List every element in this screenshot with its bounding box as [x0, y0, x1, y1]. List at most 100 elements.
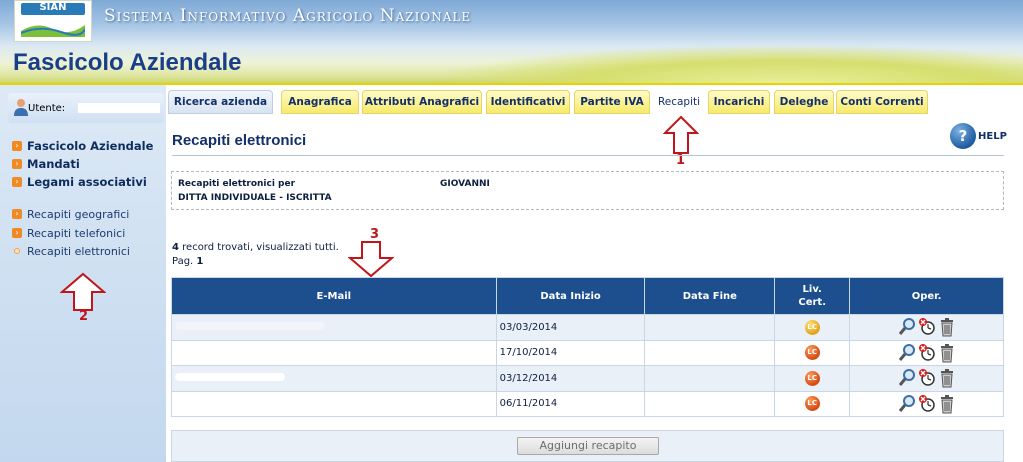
page-title: Recapiti elettronici	[172, 132, 307, 149]
logo-text: SIAN	[39, 2, 67, 13]
table-footer: Aggiungi recapito	[171, 430, 1004, 462]
tab-incarichi[interactable]: Incarichi	[708, 90, 770, 114]
data-fine-cell	[644, 390, 776, 417]
tab-conti-correnti[interactable]: Conti Correnti	[836, 90, 928, 114]
add-contact-button[interactable]: Aggiungi recapito	[517, 437, 659, 455]
ops-cell	[849, 314, 1004, 341]
data-fine-cell	[644, 339, 776, 366]
ops-cell	[849, 365, 1004, 392]
page-label: Pag.	[172, 256, 197, 267]
column-liv-cert: Liv. Cert.	[774, 277, 851, 315]
system-title: Sistema Informativo Agricolo Nazionale	[104, 6, 472, 26]
trash-icon[interactable]	[938, 394, 956, 414]
sidebar-item-label: Recapiti telefonici	[27, 226, 126, 240]
orange-arrow-icon: ›	[12, 177, 22, 187]
data-fine-cell	[644, 314, 776, 341]
sidebar-item-label: Recapiti elettronici	[27, 244, 130, 258]
tab-identificativi[interactable]: Identificativi	[486, 90, 570, 114]
table-row: 03/12/2014 LC	[171, 365, 1004, 392]
tab-recapiti[interactable]: Recapiti	[652, 90, 706, 114]
sidebar-item-legami-associativi[interactable]: › Legami associativi	[12, 174, 147, 190]
close-clock-icon[interactable]	[918, 343, 936, 363]
column-data-inizio: Data Inizio	[495, 277, 646, 315]
email-value	[175, 321, 325, 330]
sidebar-item-recapiti-elettronici[interactable]: Recapiti elettronici	[12, 243, 130, 259]
user-label: Utente:	[28, 103, 66, 114]
dot-icon	[14, 248, 20, 254]
email-cell	[171, 314, 497, 341]
annotation-number-2: 2	[79, 309, 89, 324]
trash-icon[interactable]	[938, 343, 956, 363]
cert-badge-icon: LC	[804, 345, 820, 361]
info-name: GIOVANNI	[440, 179, 490, 189]
orange-arrow-icon: ›	[12, 228, 22, 238]
liv-cert-cell: LC	[774, 365, 851, 392]
magnifier-icon[interactable]	[898, 368, 916, 388]
close-clock-icon[interactable]	[918, 394, 936, 414]
sidebar-item-label: Fascicolo Aziendale	[27, 139, 154, 153]
records-count: 4	[172, 242, 179, 253]
table-row: 17/10/2014 LC	[171, 339, 1004, 366]
title-divider	[172, 155, 1004, 156]
help-icon: ?	[950, 123, 976, 149]
sidebar-item-label: Mandati	[27, 157, 80, 171]
sidebar-item-mandati[interactable]: › Mandati	[12, 156, 80, 172]
table-row: 06/11/2014 LC	[171, 390, 1004, 417]
tab-partite-iva[interactable]: Partite IVA	[574, 90, 650, 114]
annotation-arrow-up-2	[60, 272, 106, 311]
column-data-fine: Data Fine	[644, 277, 776, 315]
tab-deleghe[interactable]: Deleghe	[774, 90, 834, 114]
data-inizio-cell: 06/11/2014	[495, 390, 646, 417]
annotation-arrow-up-1	[663, 115, 699, 154]
liv-cert-cell: LC	[774, 390, 851, 417]
records-text: record trovati, visualizzati tutti.	[178, 242, 339, 253]
user-name	[78, 103, 160, 113]
data-inizio-cell: 03/03/2014	[495, 314, 646, 341]
email-value	[175, 372, 285, 381]
table-header-row: E-Mail Data Inizio Data Fine Liv. Cert. …	[171, 277, 1004, 315]
user-icon	[14, 99, 28, 116]
sidebar-item-fascicolo-aziendale[interactable]: › Fascicolo Aziendale	[12, 138, 153, 154]
subject-info-box: Recapiti elettronici per GIOVANNI DITTA …	[171, 171, 1004, 210]
magnifier-icon[interactable]	[898, 394, 916, 414]
email-cell	[171, 365, 497, 392]
ops-cell	[849, 390, 1004, 417]
email-cell	[171, 390, 497, 417]
magnifier-icon[interactable]	[898, 343, 916, 363]
close-clock-icon[interactable]	[918, 317, 936, 337]
orange-arrow-icon: ›	[12, 159, 22, 169]
data-fine-cell	[644, 365, 776, 392]
cert-badge-icon: LC	[804, 396, 820, 412]
annotation-arrow-down-3	[348, 241, 394, 278]
magnifier-icon[interactable]	[898, 317, 916, 337]
help-label: HELP	[978, 130, 1007, 142]
user-box: Utente:	[8, 93, 164, 123]
orange-arrow-icon: ›	[12, 209, 22, 219]
tab-attributi-anagrafici[interactable]: Attributi Anagrafici	[362, 90, 482, 114]
help-button[interactable]: ? HELP	[950, 123, 1007, 149]
sidebar-item-label: Recapiti geografici	[27, 207, 130, 221]
data-inizio-cell: 03/12/2014	[495, 365, 646, 392]
data-inizio-cell: 17/10/2014	[495, 339, 646, 366]
trash-icon[interactable]	[938, 317, 956, 337]
contacts-table: E-Mail Data Inizio Data Fine Liv. Cert. …	[171, 277, 1004, 417]
sidebar-item-recapiti-geografici[interactable]: › Recapiti geografici	[12, 206, 129, 222]
sidebar-item-recapiti-telefonici[interactable]: › Recapiti telefonici	[12, 225, 125, 241]
liv-cert-cell: LC	[774, 339, 851, 366]
close-clock-icon[interactable]	[918, 368, 936, 388]
logo-wave-icon	[21, 25, 85, 37]
sidebar-item-label: Legami associativi	[27, 175, 147, 189]
records-summary: 4 record trovati, visualizzati tutti.	[172, 242, 339, 253]
info-status: DITTA INDIVIDUALE - ISCRITTA	[178, 193, 332, 203]
ops-cell	[849, 339, 1004, 366]
page-header: SIAN Sistema Informativo Agricolo Nazion…	[0, 0, 1023, 84]
email-cell	[171, 339, 497, 366]
column-email: E-Mail	[171, 277, 497, 315]
tab-ricerca-azienda[interactable]: Ricerca azienda	[168, 90, 273, 114]
cert-badge-icon: LC	[804, 370, 820, 386]
trash-icon[interactable]	[938, 368, 956, 388]
page-number[interactable]: 1	[196, 256, 203, 267]
info-label: Recapiti elettronici per	[178, 179, 296, 189]
tab-anagrafica[interactable]: Anagrafica	[281, 90, 359, 114]
liv-cert-cell: LC	[774, 314, 851, 341]
